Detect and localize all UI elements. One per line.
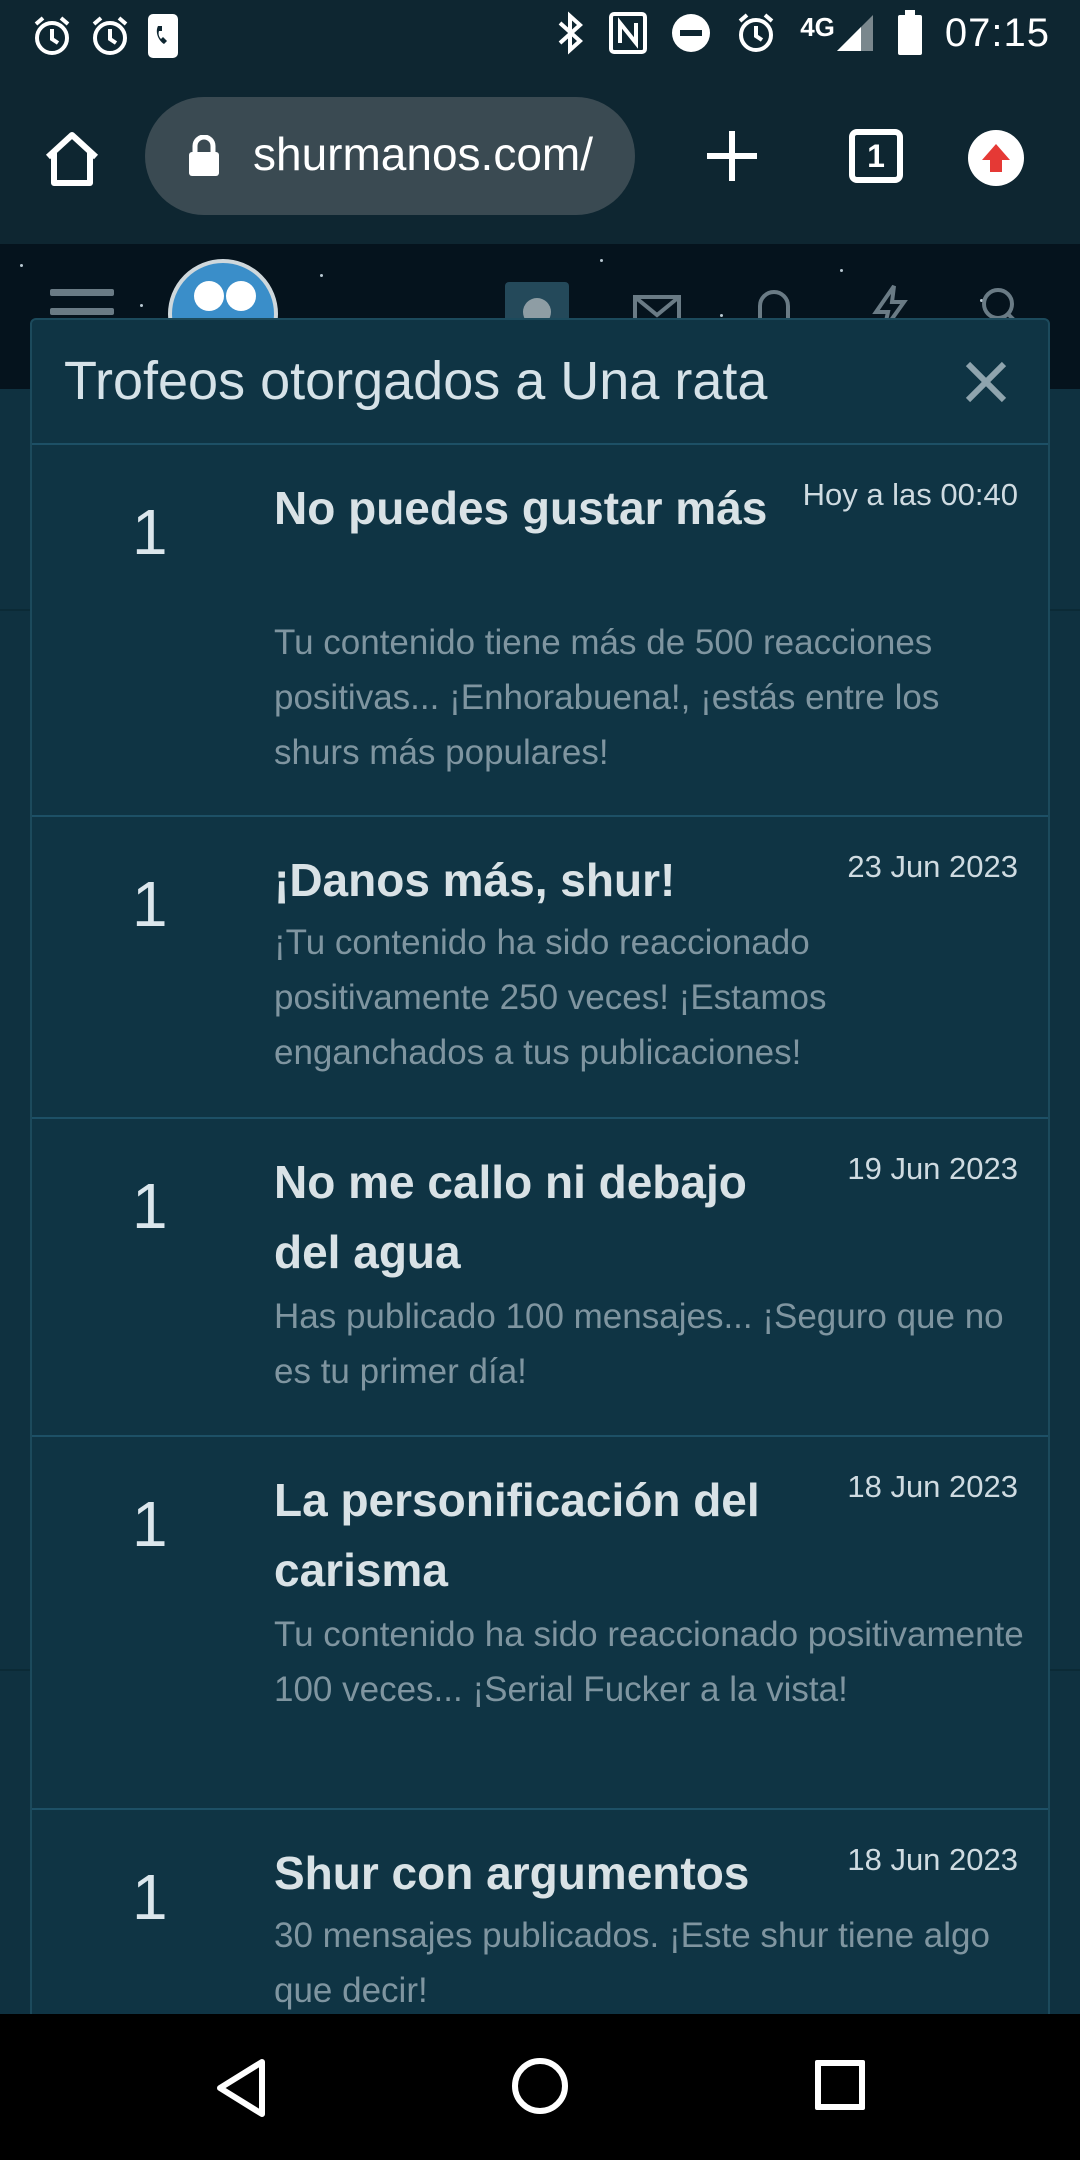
trophy-points: 1 [132,1488,168,1560]
close-icon[interactable] [964,360,1008,404]
phone-icon [148,14,178,58]
url-bar[interactable]: shurmanos.com/ [145,97,635,215]
alarm-icon [738,13,774,52]
battery-icon [897,10,922,55]
trophy-title: La personificación del carisma [274,1474,760,1596]
trophy-points: 1 [132,1861,168,1933]
trophy-title: No me callo ni debajo del agua [274,1156,747,1278]
trophy-title: No puedes gustar más [274,482,768,534]
plus-icon[interactable] [705,129,759,183]
network-type: 4G [800,12,835,42]
trophy-item: 1 ¡Danos más, shur! 23 Jun 2023 ¡Tu cont… [32,817,1048,1119]
trophy-description: Tu contenido ha sido reaccionado positiv… [274,1615,1024,1709]
trophy-date: 19 Jun 2023 [847,1151,1018,1186]
trophy-description: ¡Tu contenido ha sido reaccionado positi… [274,923,827,1072]
clock: 07:15 [944,10,1050,55]
trophies-modal: Trofeos otorgados a Una rata 1 No puedes… [30,318,1050,2018]
alarm-icon [92,16,128,55]
trophy-points: 1 [132,868,168,940]
trophy-title: Shur con argumentos [274,1847,750,1899]
modal-header: Trofeos otorgados a Una rata [32,320,1048,445]
tabs-button[interactable]: 1 [849,129,903,183]
trophy-item: 1 No puedes gustar más Hoy a las 00:40 T… [32,445,1048,817]
trophy-points: 1 [132,1170,168,1242]
modal-title: Trofeos otorgados a Una rata [64,351,768,411]
update-icon[interactable] [968,130,1024,186]
trophy-item: 1 La personificación del carisma 18 Jun … [32,1437,1048,1810]
bluetooth-icon [558,11,584,55]
home-icon[interactable] [40,127,104,191]
trophy-date: 23 Jun 2023 [847,849,1018,884]
trophy-date: 18 Jun 2023 [847,1842,1018,1877]
browser-toolbar: shurmanos.com/ 1 [0,72,1080,244]
trophy-description: Has publicado 100 mensajes... ¡Seguro qu… [274,1297,1004,1391]
url-text: shurmanos.com/ [253,128,594,180]
system-nav-bar [0,2014,1080,2160]
nfc-icon [609,12,648,54]
do-not-disturb-icon [672,14,711,52]
back-icon[interactable] [214,2058,268,2118]
trophy-item: 1 Shur con argumentos 18 Jun 2023 30 men… [32,1810,1048,2016]
trophy-item: 1 No me callo ni debajo del agua 19 Jun … [32,1119,1048,1437]
status-bar: 4G 07:15 [0,0,1080,72]
recents-icon[interactable] [815,2060,865,2110]
trophy-description: Tu contenido tiene más de 500 reacciones… [274,623,940,772]
signal-icon [836,15,873,51]
trophy-date: 18 Jun 2023 [847,1469,1018,1504]
home-circle-icon[interactable] [512,2058,568,2114]
lock-icon [189,135,219,176]
alarm-icon [34,16,70,55]
trophy-title: ¡Danos más, shur! [274,854,676,906]
trophy-description: 30 mensajes publicados. ¡Este shur tiene… [274,1916,990,2010]
trophy-points: 1 [132,496,168,568]
tab-count: 1 [867,137,885,174]
trophy-date: Hoy a las 00:40 [802,477,1018,512]
